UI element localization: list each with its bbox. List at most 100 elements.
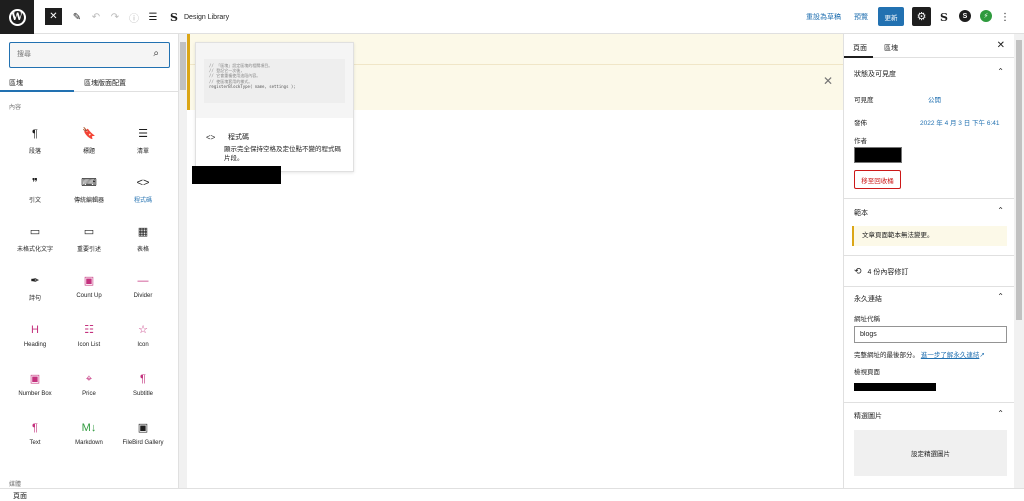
bookmark-icon: 🔖 [82,128,96,140]
block-item[interactable]: ▭ 重要引述 [62,224,116,264]
block-item[interactable]: ☆ Icon [116,322,170,362]
panel-divider [844,255,1014,256]
code-icon: <> [206,132,216,142]
inserter-search: ⌕ [9,42,170,68]
undo-icon: ↶ [91,11,101,23]
details-button[interactable]: ⓘ [127,8,141,26]
editor-canvas[interactable]: ✕ // 「區塊」設定區塊的相關項目。// 登記它一次後，// 它會重複使用這段… [187,34,846,488]
block-item-label: Heading [23,342,47,348]
block-item[interactable]: M↓ Markdown [62,420,116,460]
block-item[interactable]: ▣ FileBird Gallery [116,420,170,460]
close-icon: ✕ [822,74,833,88]
tab-block[interactable]: 區塊 [884,43,898,53]
block-item[interactable]: 🔖 標題 [62,126,116,166]
publish-date-toggle[interactable]: 2022 年 4 月 3 日 下午 6:41 [920,117,999,127]
chevron-up-icon[interactable]: ⌃ [997,409,1004,418]
block-inserter-panel: ⌕ 區塊 區塊版面配置 內容 ¶ 段落 🔖 標題 ☰ 清單 ❞ 引文 ⌨ 傳統編輯器 <> 程式碼 ▭ 未… [0,34,179,488]
block-item[interactable]: ▣ Number Box [8,371,62,411]
active-tab-indicator [0,90,74,92]
set-featured-image-button[interactable]: 設定精選圖片 [854,430,1007,476]
block-item-label: Icon List [77,342,101,348]
chevron-up-icon[interactable]: ⌃ [997,292,1004,301]
sidebar-tabs: 頁面 區塊 ✕ [844,34,1014,58]
inserter-tabs: 區塊 區塊版面配置 [0,72,178,92]
sidebar-scrollbar[interactable] [1014,34,1024,488]
switch-to-draft-button[interactable]: 重設為草稿 [806,8,841,26]
scrollbar-thumb[interactable] [1016,40,1022,320]
block-item-label: 引文 [28,198,41,204]
breadcrumb-item[interactable]: 頁面 [13,491,27,501]
author-select[interactable] [854,147,902,163]
scrollbar-thumb[interactable] [180,42,186,90]
settings-button[interactable]: ⚙ [912,7,931,26]
close-inserter-button[interactable]: ✕ [45,8,62,25]
revisions-button[interactable]: ⟲ 4 份內容修訂 [854,266,908,277]
slug-label: 網址代稱 [854,316,880,323]
wordpress-logo-icon: W [8,8,26,26]
undo-button[interactable]: ↶ [89,8,103,26]
featured-image-panel-title[interactable]: 精選圖片 [854,411,882,421]
code-line: registerBlockType( name, settings ); [209,83,296,89]
block-item[interactable]: ▭ 未格式化文字 [8,224,62,264]
plugin-s-button[interactable]: S [959,10,971,22]
block-item[interactable]: ⌖ Price [62,371,116,411]
category-label-media: 媒體 [9,482,22,488]
block-item[interactable]: — Divider [116,273,170,313]
design-library-button[interactable]: Design Library [184,8,229,26]
visibility-toggle[interactable]: 公開 [928,94,941,104]
block-preview-area: // 「區塊」設定區塊的相關項目。// 登記它一次後，// 它會重複使用這段內容… [196,43,353,118]
slug-input[interactable] [854,326,1007,343]
gear-icon: ⚙ [916,11,927,23]
status-panel-title[interactable]: 狀態及可見度 [854,69,896,79]
block-item[interactable]: ⌨ 傳統編輯器 [62,175,116,215]
list-view-button[interactable]: ☰ [146,8,160,26]
block-item[interactable]: ¶ 段落 [8,126,62,166]
permalink-learn-more-link[interactable]: 進一步了解永久連結 [921,352,980,359]
tools-button[interactable]: ✎ [70,8,84,26]
block-item-label: Text [29,440,41,446]
block-item-label: Count Up [76,293,102,299]
revisions-label: 4 份內容修訂 [867,268,909,276]
dismiss-notice-button[interactable]: ✕ [823,74,833,88]
quote-icon: ❞ [32,177,38,189]
permalink-panel-title[interactable]: 永久連結 [854,294,882,304]
more-options-button[interactable]: ⋮ [1000,8,1010,26]
stackable-plugin-button[interactable]: S [938,8,950,26]
redacted-page-url[interactable] [854,383,936,391]
jetpack-button[interactable]: ⚡ [980,10,992,22]
block-item[interactable]: ▦ 表格 [116,224,170,264]
preview-button[interactable]: 預覽 [854,8,868,26]
block-item[interactable]: ☰ 清單 [116,126,170,166]
block-item[interactable]: ☷ Icon List [62,322,116,362]
chevron-up-icon[interactable]: ⌃ [997,206,1004,215]
close-sidebar-button[interactable]: ✕ [997,40,1005,51]
block-item[interactable]: <> 程式碼 [116,175,170,215]
block-preview-description: 顯示完全保持空格及定位點不變的程式碼片段。 [224,146,341,162]
block-item[interactable]: ¶ Text [8,420,62,460]
feather-icon: ✒ [30,275,40,287]
tab-blocks[interactable]: 區塊 [9,78,23,88]
chevron-up-icon[interactable]: ⌃ [997,67,1004,76]
wordpress-logo-button[interactable]: W [0,0,34,34]
block-item[interactable]: ❞ 引文 [8,175,62,215]
redo-button[interactable]: ↷ [108,8,122,26]
update-button[interactable]: 更新 [878,7,904,26]
block-item-label: 表格 [136,247,149,253]
tab-page[interactable]: 頁面 [853,43,867,53]
design-library-logo-icon[interactable]: S [170,8,178,26]
move-to-trash-button[interactable]: 移至回收桶 [854,170,901,189]
block-item[interactable]: ▣ Count Up [62,273,116,313]
tab-patterns[interactable]: 區塊版面配置 [84,78,126,88]
count-up-icon: ▣ [83,275,95,287]
block-search-input[interactable] [17,43,147,65]
template-panel-title[interactable]: 範本 [854,208,868,218]
template-notice: 文章頁面範本無法變更。 [852,226,1007,246]
inserter-scrollbar[interactable] [179,34,187,488]
block-item-label: Markdown [75,440,103,446]
block-item[interactable]: ¶ Subtitle [116,371,170,411]
block-item[interactable]: H Heading [8,322,62,362]
heading-icon: H [31,324,39,336]
more-vertical-icon: ⋮ [1000,11,1010,23]
block-item[interactable]: ✒ 詩句 [8,273,62,313]
gallery-icon: ▣ [137,422,149,434]
